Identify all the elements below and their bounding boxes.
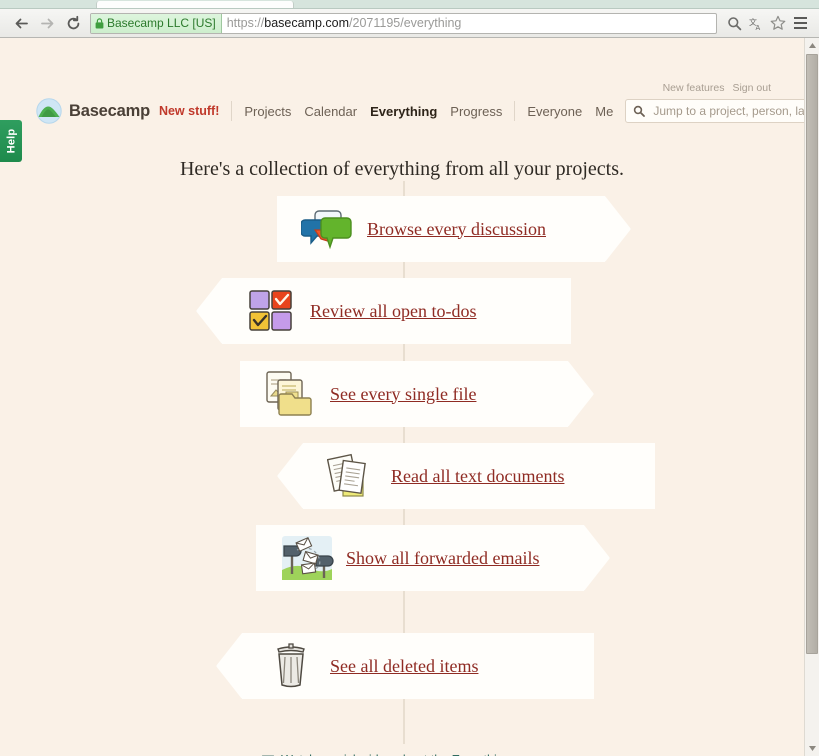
scroll-up-button[interactable] <box>805 38 819 53</box>
main-nav: Projects Calendar Everything Progress <box>244 104 502 119</box>
search-icon <box>727 16 741 30</box>
nav-item-everyone[interactable]: Everyone <box>527 104 582 119</box>
page-scrollbar[interactable] <box>804 38 819 756</box>
new-features-link[interactable]: New features <box>663 82 725 94</box>
bookmark-button[interactable] <box>767 11 789 35</box>
help-tab[interactable]: Help <box>0 120 22 162</box>
svg-text:A: A <box>755 25 760 31</box>
browser-menu-button[interactable] <box>789 11 811 35</box>
nav-item-everything[interactable]: Everything <box>370 104 437 119</box>
chevron-down-icon <box>808 746 816 751</box>
forward-arrow-icon <box>40 18 53 28</box>
chevron-up-icon <box>808 43 816 48</box>
trash-can-icon <box>264 641 318 691</box>
zoom-search-button[interactable] <box>723 11 745 35</box>
back-button[interactable] <box>8 11 34 35</box>
reload-icon <box>67 15 79 29</box>
banner-review-todos[interactable]: Review all open to-dos <box>196 278 571 344</box>
account-links: New features Sign out <box>663 82 771 94</box>
banner-deleted-items[interactable]: See all deleted items <box>216 633 594 699</box>
url-host: basecamp.com <box>264 16 350 30</box>
basecamp-hill-logo[interactable] <box>36 98 62 124</box>
url-display: https://basecamp.com/2071195/everything <box>222 16 462 30</box>
header-divider-1 <box>231 101 233 121</box>
banner-label[interactable]: Read all text documents <box>391 466 564 487</box>
nav-item-projects[interactable]: Projects <box>244 104 291 119</box>
banner-read-documents[interactable]: Read all text documents <box>277 443 655 509</box>
nav-item-calendar[interactable]: Calendar <box>304 104 357 119</box>
browser-tab-strip <box>0 0 819 9</box>
browser-toolbar: Basecamp LLC [US] https://basecamp.com/2… <box>0 9 819 38</box>
banner-browse-discussions[interactable]: Browse every discussion <box>277 196 631 262</box>
search-input[interactable] <box>651 103 804 119</box>
translate-button[interactable]: 文 A <box>745 11 767 35</box>
nav-item-me[interactable]: Me <box>595 104 613 119</box>
browser-tab[interactable] <box>96 1 294 8</box>
banner-label[interactable]: See every single file <box>330 384 476 405</box>
search-icon <box>634 105 646 117</box>
banner-see-files[interactable]: See every single file <box>240 361 594 427</box>
security-badge[interactable]: Basecamp LLC [US] <box>91 13 222 33</box>
speech-bubbles-icon <box>301 204 355 254</box>
page-content: Help New features Sign out Basecamp New … <box>0 38 804 756</box>
banner-label[interactable]: Browse every discussion <box>367 219 546 240</box>
app-header: Basecamp New stuff! Projects Calendar Ev… <box>0 94 804 128</box>
url-path: /2071195/everything <box>349 16 462 30</box>
mailboxes-icon <box>280 533 334 583</box>
paper-documents-icon <box>325 451 379 501</box>
hamburger-menu-icon <box>793 17 807 19</box>
new-stuff-badge[interactable]: New stuff! <box>159 104 219 118</box>
translate-icon: 文 A <box>749 17 761 31</box>
url-scheme: https:// <box>226 16 265 30</box>
forward-button[interactable] <box>34 11 60 35</box>
lock-icon <box>95 17 104 28</box>
nav-item-progress[interactable]: Progress <box>450 104 502 119</box>
checkbox-grid-icon <box>244 286 298 336</box>
star-icon <box>770 15 786 30</box>
app-wordmark: Basecamp <box>69 101 150 120</box>
global-search[interactable] <box>625 99 804 123</box>
security-badge-label: Basecamp LLC [US] <box>107 16 216 30</box>
help-tab-label: Help <box>5 128 18 154</box>
banner-label[interactable]: See all deleted items <box>330 656 478 677</box>
banner-label[interactable]: Review all open to-dos <box>310 301 476 322</box>
account-nav: Everyone Me <box>527 104 613 119</box>
header-divider-2 <box>514 101 516 121</box>
back-arrow-icon <box>15 18 28 28</box>
page-title: Here's a collection of everything from a… <box>179 158 624 180</box>
scroll-down-button[interactable] <box>805 741 819 756</box>
banner-label[interactable]: Show all forwarded emails <box>346 548 539 569</box>
reload-button[interactable] <box>60 11 86 35</box>
banner-forwarded-emails[interactable]: Show all forwarded emails <box>256 525 610 591</box>
file-stack-icon <box>264 369 318 419</box>
address-bar[interactable]: Basecamp LLC [US] https://basecamp.com/2… <box>90 12 717 34</box>
scrollbar-thumb[interactable] <box>806 54 818 654</box>
sign-out-link[interactable]: Sign out <box>732 82 771 94</box>
page-viewport: Help New features Sign out Basecamp New … <box>0 38 819 756</box>
